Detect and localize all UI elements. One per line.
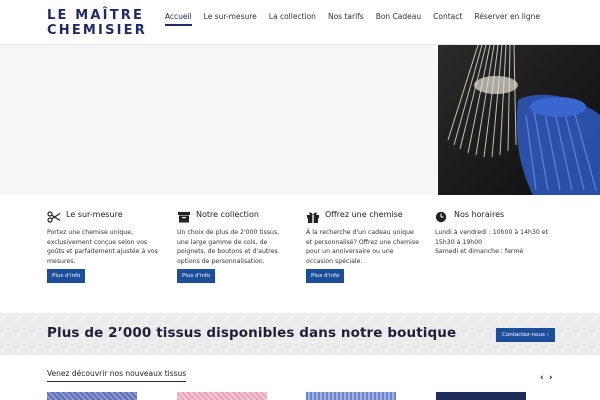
feature-text: Lundi à vendredi : 10h00 à 14h30 et 15h3… [435,228,560,257]
feature-horaires: Nos horaires Lundi à vendredi : 10h00 à … [435,207,560,257]
feature-text: À la recherche d'un cadeau unique et per… [306,229,419,266]
more-info-button-collection[interactable]: Plus d'info [177,269,216,283]
nav-item-collection[interactable]: La collection [263,12,322,26]
fabric-thumbnail[interactable] [306,392,396,400]
nav-item-reserver[interactable]: Réserver en ligne [468,12,546,26]
feature-title: Le sur-mesure [66,209,123,219]
nav-item-bon-cadeau[interactable]: Bon Cadeau [370,12,427,26]
chevron-right-icon[interactable]: › [549,373,554,383]
more-info-button-cadeau[interactable]: Plus d'info [306,269,345,283]
hero-tassel-image [438,45,600,195]
feature-title: Notre collection [196,209,259,219]
feature-text: Portez une chemise unique, exclusivement… [47,229,158,266]
logo[interactable]: LE MAÎTRE CHEMISIER [47,8,147,38]
nav-item-contact[interactable]: Contact [427,12,468,26]
hours-weekdays: Lundi à vendredi : 10h00 à 14h30 et 15h3… [435,229,549,246]
box-icon [177,208,191,223]
fabric-thumbnail[interactable] [47,392,137,400]
feature-text: Un choix de plus de 2'000 tissus, une la… [177,229,280,266]
nav-item-accueil[interactable]: Accueil [159,12,198,26]
banner-title: Plus de 2’000 tissus disponibles dans no… [47,325,457,341]
clock-icon [435,208,449,223]
contact-button[interactable]: Contactez-nous › [496,328,555,342]
fabric-thumbnail[interactable] [436,392,526,400]
logo-line-2: CHEMISIER [47,23,147,38]
nav-item-tarifs[interactable]: Nos tarifs [322,12,370,26]
hours-weekend: Samedi et dimanche : fermé [435,248,524,256]
site-header: LE MAÎTRE CHEMISIER Accueil Le sur-mesur… [0,0,600,45]
feature-cadeau: Offrez une chemise À la recherche d'un c… [306,207,421,267]
feature-title: Nos horaires [454,209,505,219]
chevron-left-icon[interactable]: ‹ [540,373,545,383]
feature-title: Offrez une chemise [325,209,403,219]
feature-sur-mesure: Le sur-mesure Portez une chemise unique,… [47,207,162,267]
more-info-button-sur-mesure[interactable]: Plus d'info [47,269,86,283]
feature-collection: Notre collection Un choix de plus de 2'0… [177,207,292,267]
scissors-icon [47,208,61,223]
gift-icon [306,208,320,223]
features-row: Le sur-mesure Portez une chemise unique,… [47,207,557,287]
hero-slider [0,45,600,195]
carousel-arrows: ‹ › [540,373,554,383]
logo-line-1: LE MAÎTRE [47,8,145,23]
new-fabrics-title: Venez découvrir nos nouveaux tissus [47,369,187,382]
nav-item-sur-mesure[interactable]: Le sur-mesure [198,12,263,26]
fabric-thumbnail[interactable] [177,392,267,400]
main-nav: Accueil Le sur-mesure La collection Nos … [159,12,546,26]
